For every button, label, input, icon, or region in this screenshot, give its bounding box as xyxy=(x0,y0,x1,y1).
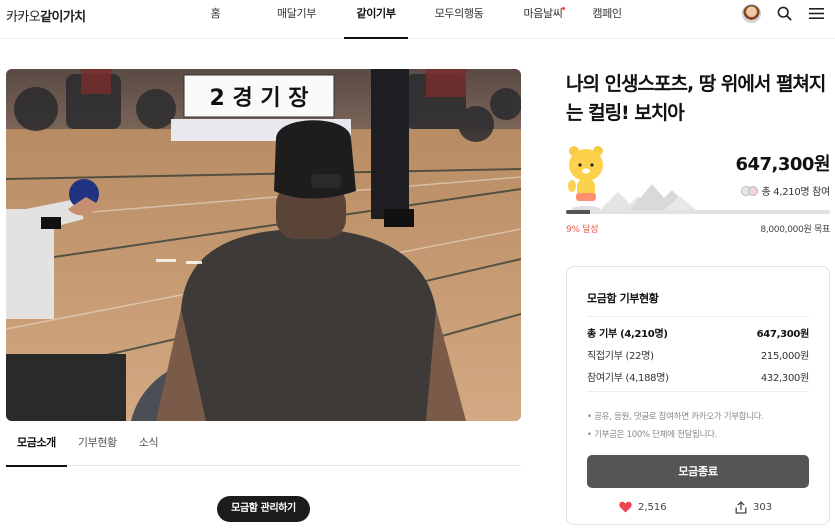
row-label: 직접기부 (22명) xyxy=(587,351,654,362)
row-label: 참여기부 (4,188명) xyxy=(587,373,669,384)
card-title: 모금함 기부현황 xyxy=(587,292,659,305)
divider xyxy=(587,391,809,392)
row-total-donation: 총 기부 (4,210명) 647,300원 xyxy=(587,325,809,340)
progress-bar-fill xyxy=(566,210,590,214)
nav-everyone-action[interactable]: 모두의행동 xyxy=(419,0,499,39)
percent-achieved: 9% 달성 xyxy=(566,225,599,235)
row-label: 총 기부 (4,210명) xyxy=(587,329,668,340)
top-header: 카카오같이가치 홈 매달기부 같이기부 모두의행동 마음날씨 캠페인 xyxy=(0,0,835,39)
participants-count: 총 4,210명 참여 xyxy=(761,187,831,198)
row-direct-donation: 직접기부 (22명) 215,000원 xyxy=(587,347,809,362)
nav-home[interactable]: 홈 xyxy=(192,0,239,39)
goal-amount: 8,000,000원 목표 xyxy=(760,225,830,235)
share-count: 303 xyxy=(753,502,773,513)
campaign-title: 나의 인생스포츠, 땅 위에서 펼쳐지는 컬링! 보치아 xyxy=(566,73,826,124)
nav-monthly-donation[interactable]: 매달기부 xyxy=(257,0,336,39)
site-logo[interactable]: 카카오같이가치 xyxy=(6,6,86,25)
donation-status-card: 모금함 기부현황 총 기부 (4,210명) 647,300원 직접기부 (22… xyxy=(566,266,830,525)
nav-campaign[interactable]: 캠페인 xyxy=(574,0,640,39)
heart-icon xyxy=(619,501,632,513)
row-participation-donation: 참여기부 (4,188명) 432,300원 xyxy=(587,369,809,384)
raised-amount: 647,300원 xyxy=(735,154,830,175)
logo-main: 같이가치 xyxy=(40,10,86,25)
tab-news[interactable]: 소식 xyxy=(128,433,169,466)
main-nav: 홈 매달기부 같이기부 모두의행동 마음날씨 캠페인 xyxy=(192,0,640,39)
note-kakao-donates: • 공유, 응원, 댓글로 참여하면 카카오가 기부합니다. xyxy=(587,412,764,422)
nav-heart-weather[interactable]: 마음날씨 xyxy=(512,0,574,39)
note-full-delivery: • 기부금은 100% 단체에 전달됩니다. xyxy=(587,430,718,440)
logo-prefix: 카카오 xyxy=(6,10,41,25)
participants-summary: 총 4,210명 참여 xyxy=(740,183,831,198)
nav-heart-weather-label: 마음날씨 xyxy=(523,7,563,20)
profile-avatar[interactable] xyxy=(742,4,761,23)
fundraising-ended-button[interactable]: 모금종료 xyxy=(587,455,809,488)
progress-bar xyxy=(566,210,830,214)
manage-fundbox-button[interactable]: 모금함 관리하기 xyxy=(217,496,310,522)
row-value: 215,000원 xyxy=(760,351,809,362)
share-icon xyxy=(735,501,747,514)
row-value: 647,300원 xyxy=(756,329,810,340)
hero-sign-text: 2 경 기 장 xyxy=(209,86,308,111)
tab-donation-status[interactable]: 기부현황 xyxy=(67,433,128,466)
content-tabs: 모금소개 기부현황 소식 xyxy=(6,433,521,467)
nav-together-donation[interactable]: 같이기부 xyxy=(344,0,408,39)
new-dot-indicator xyxy=(562,7,565,10)
like-button[interactable]: 2,516 xyxy=(619,501,667,513)
menu-icon[interactable] xyxy=(807,5,825,23)
tab-fundraising-intro[interactable]: 모금소개 xyxy=(6,433,67,467)
row-value: 432,300원 xyxy=(760,373,809,384)
like-count: 2,516 xyxy=(638,501,667,513)
search-icon[interactable] xyxy=(775,5,793,23)
divider xyxy=(587,316,809,317)
campaign-hero-image: 2 경 기 장 xyxy=(6,69,521,421)
progress-mountains-illustration xyxy=(600,178,710,214)
share-button[interactable]: 303 xyxy=(735,501,772,514)
header-icons xyxy=(742,4,825,23)
participant-avatars xyxy=(740,185,758,196)
